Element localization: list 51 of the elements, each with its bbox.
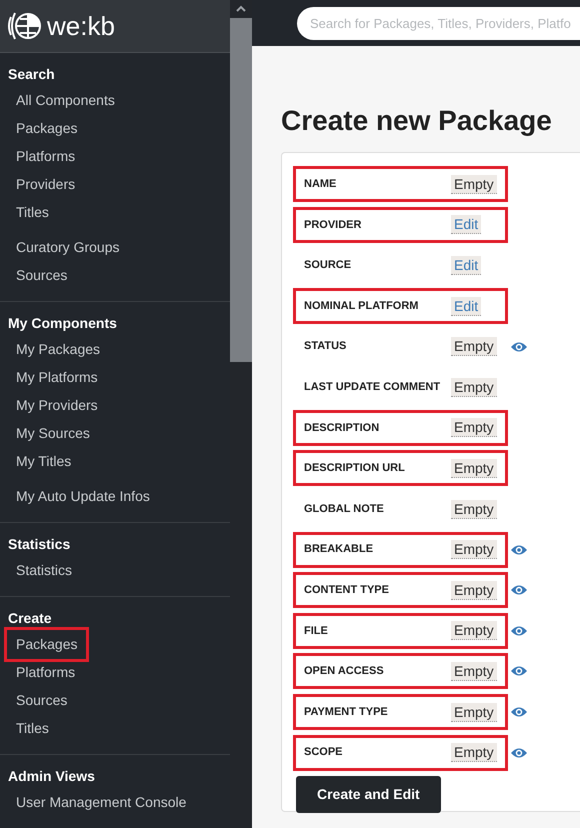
field-label: PAYMENT TYPE <box>304 704 389 720</box>
edit-link[interactable]: Edit <box>451 215 482 234</box>
field-label: CONTENT TYPE <box>304 582 390 598</box>
eye-icon[interactable] <box>510 624 528 637</box>
field-label: GLOBAL NOTE <box>304 502 385 517</box>
nav-link[interactable]: Statistics <box>4 552 84 588</box>
field-label: DESCRIPTION URL <box>304 461 406 476</box>
nav-link[interactable]: My Auto Update Infos <box>4 478 162 514</box>
eye-icon[interactable] <box>510 544 528 556</box>
section-heading: Search <box>7 65 56 83</box>
field-label: NOMINAL PLATFORM <box>304 298 420 314</box>
eye-icon[interactable] <box>510 665 528 678</box>
empty-value[interactable]: Empty <box>451 174 497 194</box>
field-label: BREAKABLE <box>304 542 374 558</box>
empty-value[interactable]: Empty <box>451 378 497 397</box>
empty-value[interactable]: Empty <box>451 662 497 681</box>
eye-icon[interactable] <box>510 584 528 596</box>
empty-value[interactable]: Empty <box>451 458 497 478</box>
section-heading: Admin Views <box>7 767 96 785</box>
empty-value[interactable]: Empty <box>451 702 497 722</box>
empty-value[interactable]: Empty <box>451 621 497 640</box>
field-label: FILE <box>304 624 329 639</box>
eye-icon[interactable] <box>510 706 528 718</box>
field-label: PROVIDER <box>304 218 362 233</box>
field-label: SOURCE <box>304 258 352 274</box>
eye-icon[interactable] <box>510 746 528 759</box>
section-heading: Statistics <box>7 535 72 553</box>
logo-text: we:kb <box>47 13 115 39</box>
empty-value[interactable]: Empty <box>451 418 497 438</box>
field-label: OPEN ACCESS <box>304 664 385 680</box>
edit-link[interactable]: Edit <box>451 296 482 316</box>
empty-value[interactable]: Empty <box>451 743 497 762</box>
empty-value[interactable]: Empty <box>451 500 497 519</box>
create-and-edit-button[interactable]: Create and Edit <box>296 776 441 813</box>
nav-link[interactable]: Packages <box>4 626 90 662</box>
scrollbar[interactable] <box>230 0 252 828</box>
search-field[interactable]: Search for Packages, Titles, Providers, Platfo <box>297 6 580 40</box>
field-label: NAME <box>304 177 338 192</box>
field-label: DESCRIPTION <box>304 420 380 436</box>
empty-value[interactable]: Empty <box>451 540 497 560</box>
section-heading: Create <box>7 609 53 627</box>
field-label: LAST UPDATE COMMENT <box>304 380 442 396</box>
nav-link[interactable]: User Management Console <box>4 784 198 820</box>
section-heading: My Components <box>7 314 118 332</box>
page-title: Create new Package <box>281 104 553 138</box>
empty-value[interactable]: Empty <box>451 337 497 356</box>
empty-value[interactable]: Empty <box>451 580 497 600</box>
eye-icon[interactable] <box>510 340 528 353</box>
field-label: STATUS <box>304 339 348 354</box>
edit-link[interactable]: Edit <box>451 256 482 275</box>
field-label: SCOPE <box>304 745 344 760</box>
